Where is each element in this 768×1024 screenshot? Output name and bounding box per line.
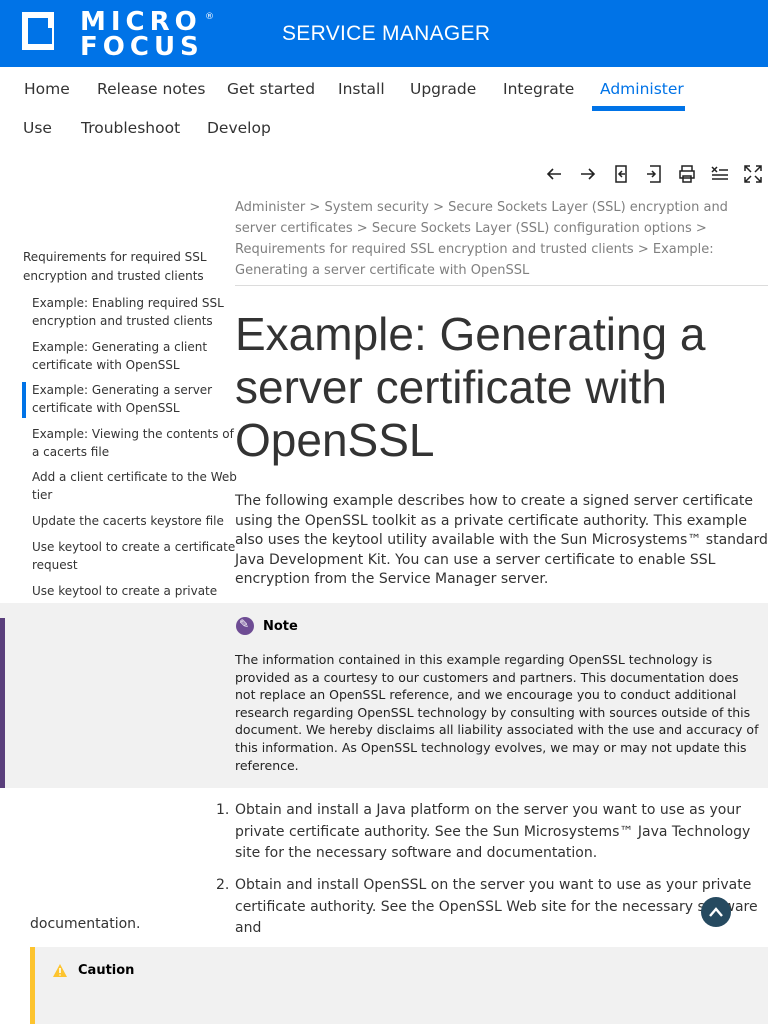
nav-develop[interactable]: Develop: [207, 119, 271, 137]
print-icon[interactable]: [677, 164, 697, 184]
step-number: 2.: [216, 877, 230, 893]
back-to-top-button[interactable]: [701, 897, 731, 927]
step-number: 1.: [216, 802, 230, 818]
toc-item[interactable]: Update the cacerts keystore file: [32, 513, 237, 531]
step-text: Obtain and install a Java platform on th…: [235, 802, 751, 861]
nav-home[interactable]: Home: [24, 80, 70, 98]
note-accent-bar: [0, 618, 5, 788]
logo-line2: FOCUS: [80, 32, 204, 62]
nav-use[interactable]: Use: [23, 119, 52, 137]
logo-wordmark: MICRO FOCUS: [80, 9, 204, 62]
breadcrumb-separator: >: [637, 242, 653, 257]
breadcrumb-item[interactable]: Administer: [235, 200, 305, 215]
breadcrumb-separator: >: [433, 200, 449, 215]
breadcrumb-divider: [235, 285, 768, 286]
breadcrumb-item[interactable]: Secure Sockets Layer (SSL) configuration…: [372, 221, 692, 236]
caution-box: [30, 947, 768, 1024]
header-bar: MICRO FOCUS ® SERVICE MANAGER: [0, 0, 768, 67]
toc-item[interactable]: Example: Generating a client certificate…: [32, 339, 237, 374]
collapse-toc-icon[interactable]: [611, 164, 631, 184]
remove-highlight-icon[interactable]: [710, 164, 730, 184]
nav-upgrade[interactable]: Upgrade: [410, 80, 476, 98]
fullscreen-icon[interactable]: [743, 164, 763, 184]
chevron-up-icon: [709, 907, 723, 917]
breadcrumb-item[interactable]: Requirements for required SSL encryption…: [235, 242, 634, 257]
expand-toc-icon[interactable]: [644, 164, 664, 184]
toc-item[interactable]: Use keytool to create a certificate requ…: [32, 539, 237, 574]
nav-integrate[interactable]: Integrate: [503, 80, 574, 98]
page-title: Example: Generating a server certificate…: [235, 308, 706, 466]
toc-item[interactable]: Example: Enabling required SSL encryptio…: [32, 295, 237, 330]
pencil-icon: ✎: [236, 617, 254, 635]
caution-accent-bar: [30, 947, 35, 1024]
intro-paragraph: The following example describes how to c…: [235, 493, 768, 587]
toc-item-active[interactable]: Example: Generating a server certificate…: [32, 382, 237, 417]
warning-icon: [53, 964, 67, 977]
toc-parent-item[interactable]: Requirements for required SSL encryption…: [23, 248, 228, 286]
arrow-left-icon[interactable]: [544, 164, 564, 184]
step-text-continued: documentation.: [30, 916, 141, 932]
breadcrumb-separator: >: [309, 200, 325, 215]
toc-item[interactable]: Add a client certificate to the Web tier: [32, 469, 237, 504]
registered-mark: ®: [205, 12, 214, 22]
nav-troubleshoot[interactable]: Troubleshoot: [81, 119, 180, 137]
nav-release-notes[interactable]: Release notes: [97, 80, 206, 98]
caution-title: Caution: [78, 963, 135, 978]
note-body: The information contained in this exampl…: [235, 652, 759, 773]
micro-focus-logo[interactable]: [22, 12, 64, 60]
breadcrumb-separator: >: [356, 221, 372, 236]
breadcrumb-item[interactable]: System security: [324, 200, 429, 215]
breadcrumb: Administer > System security > Secure So…: [235, 197, 765, 281]
nav-install[interactable]: Install: [338, 80, 385, 98]
toc-item[interactable]: Example: Viewing the contents of a cacer…: [32, 426, 237, 461]
arrow-right-icon[interactable]: [578, 164, 598, 184]
step-text: Obtain and install OpenSSL on the server…: [235, 877, 758, 936]
logo-mark-icon: [22, 12, 54, 50]
product-title[interactable]: SERVICE MANAGER: [282, 22, 490, 46]
nav-administer[interactable]: Administer: [600, 80, 684, 98]
nav-get-started[interactable]: Get started: [227, 80, 315, 98]
breadcrumb-separator: >: [695, 221, 707, 236]
toc-active-indicator: [22, 382, 26, 418]
nav-active-indicator: [592, 106, 685, 111]
note-title: Note: [263, 619, 298, 634]
